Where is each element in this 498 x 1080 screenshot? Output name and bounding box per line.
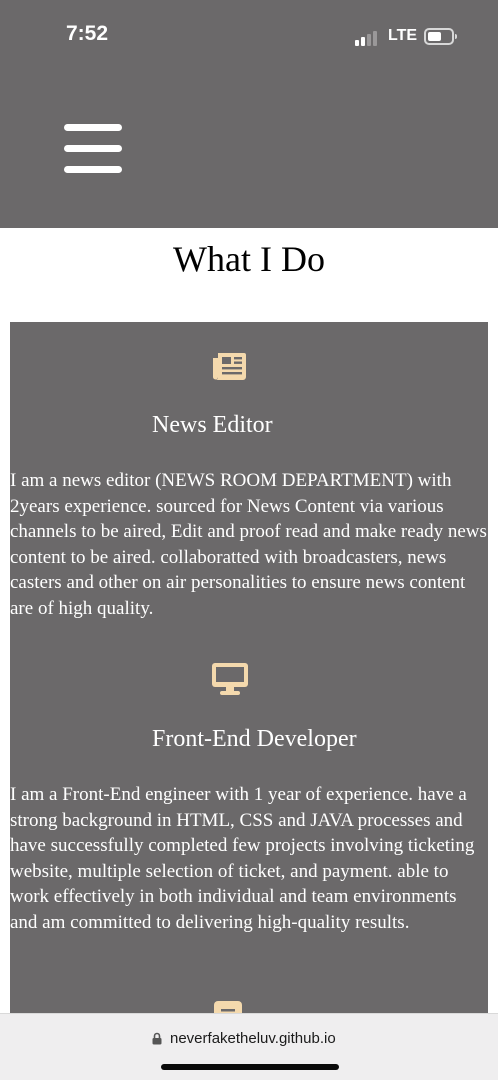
status-bar: 7:52 LTE	[0, 0, 498, 76]
newspaper-icon	[213, 353, 246, 380]
battery-icon	[424, 28, 457, 45]
desktop-monitor-icon	[212, 663, 248, 695]
service-title-front-end-developer: Front-End Developer	[152, 726, 357, 752]
services-panel: News Editor I am a news editor (NEWS ROO…	[10, 322, 488, 1022]
service-title-news-editor: News Editor	[152, 412, 273, 438]
lock-icon	[152, 1032, 162, 1045]
home-indicator[interactable]	[161, 1064, 339, 1070]
url-text[interactable]: neverfaketheluv.github.io	[170, 1030, 336, 1047]
service-description-front-end-developer: I am a Front-End engineer with 1 year of…	[10, 784, 475, 933]
browser-url-bar[interactable]: neverfaketheluv.github.io	[0, 1013, 498, 1080]
cellular-signal-icon	[355, 30, 381, 46]
service-description-news-editor: I am a news editor (NEWS ROOM DEPARTMENT…	[10, 470, 487, 619]
site-header	[0, 76, 498, 228]
battery-level	[428, 32, 441, 41]
hamburger-menu-icon[interactable]	[64, 124, 122, 176]
status-time: 7:52	[66, 22, 109, 45]
network-type: LTE	[388, 27, 418, 44]
section-title: What I Do	[173, 239, 325, 279]
